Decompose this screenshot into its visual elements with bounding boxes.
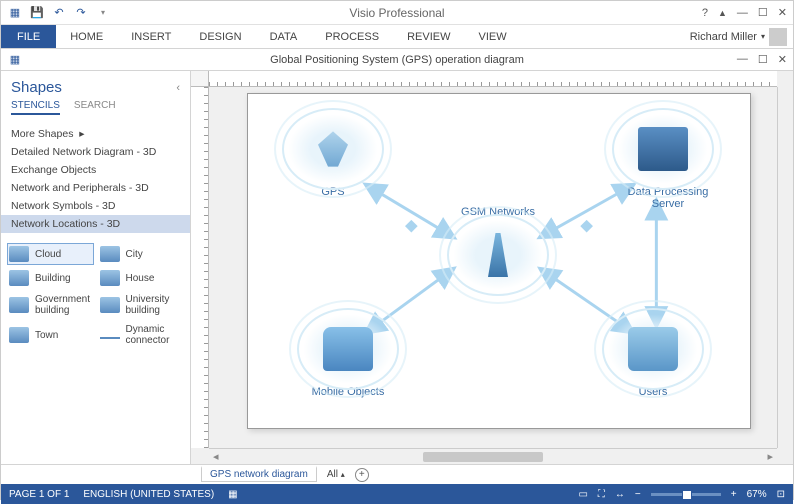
stencil-item[interactable]: Network Symbols - 3D: [1, 197, 190, 215]
add-sheet-button[interactable]: +: [355, 468, 369, 482]
help-icon[interactable]: ?: [702, 7, 708, 19]
app-title: Visio Professional: [349, 6, 444, 20]
house-icon: [100, 270, 120, 286]
ruler-horizontal: [209, 71, 777, 87]
shapes-title: Shapes: [11, 79, 62, 96]
chevron-down-icon: ▾: [761, 32, 765, 41]
node-gps[interactable]: GPS: [288, 114, 378, 198]
shape-house[interactable]: House: [98, 267, 185, 289]
presentation-mode-icon[interactable]: ▭: [578, 489, 587, 500]
tab-data[interactable]: DATA: [256, 25, 312, 48]
sheet-tabs: GPS network diagram All ▴ +: [1, 464, 793, 484]
shapes-panel: Shapes ‹ STENCILS SEARCH More Shapes ▸ D…: [1, 71, 191, 464]
satellite-icon: [308, 127, 358, 171]
status-language[interactable]: ENGLISH (UNITED STATES): [83, 489, 214, 500]
avatar: [769, 28, 787, 46]
maximize-icon[interactable]: ☐: [758, 6, 768, 19]
fit-page-icon[interactable]: ⛶: [598, 489, 605, 500]
collapse-shapes-icon[interactable]: ‹: [176, 82, 180, 94]
tab-process[interactable]: PROCESS: [311, 25, 393, 48]
quick-access-toolbar: ▦ 💾 ↶ ↷ ▾ Visio Professional ? ▲ — ☐ ✕: [1, 1, 793, 25]
scrollbar-horizontal[interactable]: ◂▸: [209, 448, 777, 464]
node-mobile[interactable]: Mobile Objects: [303, 314, 393, 398]
shape-building[interactable]: Building: [7, 267, 94, 289]
ruler-vertical: [191, 87, 209, 448]
macro-icon[interactable]: ▦: [228, 489, 237, 500]
tab-insert[interactable]: INSERT: [117, 25, 185, 48]
city-icon: [100, 246, 120, 262]
ribbon-toggle-icon[interactable]: ▲: [718, 8, 727, 18]
tab-search[interactable]: SEARCH: [74, 100, 116, 115]
connector-icon: [100, 331, 120, 339]
node-server[interactable]: Data Processing Server: [618, 114, 718, 210]
fit-to-window-icon[interactable]: ⊡: [777, 489, 785, 500]
cloud-icon: [9, 246, 29, 262]
tower-icon: [473, 233, 523, 277]
tab-view[interactable]: VIEW: [464, 25, 520, 48]
shapes-tabs: STENCILS SEARCH: [1, 100, 190, 121]
shape-cloud[interactable]: Cloud: [7, 243, 94, 265]
document-title: Global Positioning System (GPS) operatio…: [270, 54, 524, 66]
ribbon-tabs: FILE HOME INSERT DESIGN DATA PROCESS REV…: [1, 25, 793, 49]
node-gsm[interactable]: GSM Networks: [453, 204, 543, 290]
stencil-list: More Shapes ▸ Detailed Network Diagram -…: [1, 121, 190, 237]
user-area[interactable]: Richard Miller ▾: [690, 25, 793, 48]
sheet-tab-active[interactable]: GPS network diagram: [201, 466, 317, 482]
user-name: Richard Miller: [690, 31, 757, 43]
ruler-corner: [191, 71, 209, 87]
stencil-item[interactable]: Network and Peripherals - 3D: [1, 179, 190, 197]
zoom-in-button[interactable]: +: [731, 489, 737, 500]
tab-stencils[interactable]: STENCILS: [11, 100, 60, 115]
tab-review[interactable]: REVIEW: [393, 25, 464, 48]
scrollbar-vertical[interactable]: [777, 87, 793, 448]
gov-icon: [9, 297, 29, 313]
shape-grid: Cloud City Building House Government bui…: [1, 237, 190, 355]
canvas-area[interactable]: GPS GSM Networks Data Processing Server …: [191, 71, 793, 464]
node-users[interactable]: Users: [608, 314, 698, 398]
drawing-page[interactable]: GPS GSM Networks Data Processing Server …: [247, 93, 751, 429]
qat-dropdown-icon[interactable]: ▾: [95, 5, 111, 21]
app-icon: ▦: [7, 5, 23, 21]
redo-icon[interactable]: ↷: [73, 5, 89, 21]
zoom-level[interactable]: 67%: [747, 489, 767, 500]
zoom-out-button[interactable]: −: [635, 489, 641, 500]
status-bar: PAGE 1 OF 1 ENGLISH (UNITED STATES) ▦ ▭ …: [1, 484, 793, 504]
stencil-item-selected[interactable]: Network Locations - 3D: [1, 215, 190, 233]
doc-maximize-icon[interactable]: ☐: [758, 53, 768, 66]
shape-dynamic-connector[interactable]: Dynamic connector: [98, 321, 185, 349]
workspace: Shapes ‹ STENCILS SEARCH More Shapes ▸ D…: [1, 71, 793, 464]
tab-design[interactable]: DESIGN: [185, 25, 255, 48]
building-icon: [9, 270, 29, 286]
more-shapes[interactable]: More Shapes ▸: [1, 125, 190, 143]
doc-app-icon: ▦: [7, 52, 23, 68]
shape-gov-building[interactable]: Government building: [7, 291, 94, 319]
fit-width-icon[interactable]: ↔: [615, 489, 625, 500]
laptops-icon: [628, 327, 678, 371]
stencil-item[interactable]: Exchange Objects: [1, 161, 190, 179]
doc-minimize-icon[interactable]: —: [737, 53, 748, 66]
zoom-slider[interactable]: [651, 493, 721, 496]
town-icon: [9, 327, 29, 343]
tab-home[interactable]: HOME: [56, 25, 117, 48]
sheet-all[interactable]: All ▴: [327, 469, 345, 480]
save-icon[interactable]: 💾: [29, 5, 45, 21]
shape-city[interactable]: City: [98, 243, 185, 265]
undo-icon[interactable]: ↶: [51, 5, 67, 21]
doc-close-icon[interactable]: ✕: [778, 53, 787, 66]
server-icon: [638, 127, 688, 171]
shape-town[interactable]: Town: [7, 321, 94, 349]
minimize-icon[interactable]: —: [737, 7, 748, 19]
stencil-item[interactable]: Detailed Network Diagram - 3D: [1, 143, 190, 161]
close-icon[interactable]: ✕: [778, 6, 787, 19]
status-page[interactable]: PAGE 1 OF 1: [9, 489, 69, 500]
shape-university[interactable]: University building: [98, 291, 185, 319]
document-titlebar: ▦ Global Positioning System (GPS) operat…: [1, 49, 793, 71]
car-people-icon: [323, 327, 373, 371]
university-icon: [100, 297, 120, 313]
tab-file[interactable]: FILE: [1, 25, 56, 48]
